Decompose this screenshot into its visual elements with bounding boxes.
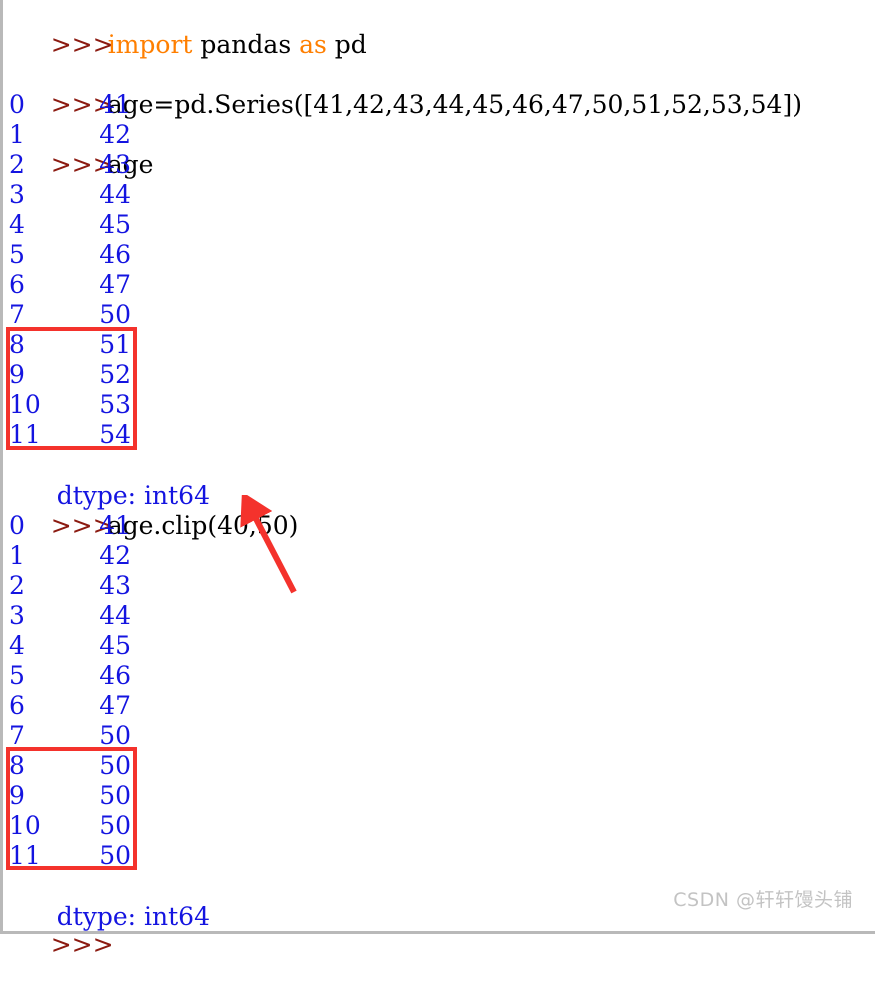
series-row-4: 4 45	[3, 210, 875, 240]
csdn-watermark: CSDN @轩轩馒头铺	[673, 889, 853, 911]
row-value: 42	[99, 120, 131, 149]
console-line-import: >>>import pandas as pd	[3, 0, 875, 59]
console-line-clip: >>>age.clip(40,50)	[3, 481, 875, 540]
clip-row-9: 9 50	[3, 781, 875, 811]
clip-row-5: 5 46	[3, 661, 875, 691]
row-value: 46	[99, 661, 131, 690]
series-row-1: 1 42	[3, 120, 875, 150]
clip-row-4: 4 45	[3, 631, 875, 661]
prompt-symbol: >>>	[50, 30, 114, 59]
clip-row-7: 7 50	[3, 721, 875, 751]
alias-pd: pd	[326, 30, 367, 59]
row-value: 43	[99, 150, 131, 179]
row-value: 50	[99, 721, 131, 750]
row-value: 50	[99, 300, 131, 329]
row-value: 47	[99, 270, 131, 299]
clip-row-0: 0 41	[3, 511, 875, 541]
row-value: 54	[99, 420, 131, 449]
clip-row-8: 8 50	[3, 751, 875, 781]
row-value: 41	[99, 90, 131, 119]
row-value: 50	[99, 751, 131, 780]
console-line-series-assignment: >>>age=pd.Series([41,42,43,44,45,46,47,5…	[3, 60, 875, 119]
clip-row-1: 1 42	[3, 541, 875, 571]
series-row-9: 9 52	[3, 360, 875, 390]
clip-row-3: 3 44	[3, 601, 875, 631]
row-value: 53	[99, 390, 131, 419]
row-value: 47	[99, 691, 131, 720]
keyword-import: import	[107, 30, 193, 59]
row-value: 42	[99, 541, 131, 570]
console-output-area: >>>import pandas as pd >>>age=pd.Series(…	[3, 0, 875, 959]
row-value: 45	[99, 210, 131, 239]
clip-row-6: 6 47	[3, 691, 875, 721]
series-row-11: 11 54	[3, 420, 875, 450]
row-value: 52	[99, 360, 131, 389]
row-value: 44	[99, 601, 131, 630]
clip-row-11: 11 50	[3, 841, 875, 871]
row-value: 51	[99, 330, 131, 359]
series-row-5: 5 46	[3, 240, 875, 270]
series-row-0: 0 41	[3, 90, 875, 120]
keyword-as: as	[299, 30, 327, 59]
clip-row-2: 2 43	[3, 571, 875, 601]
series-row-7: 7 50	[3, 300, 875, 330]
module-pandas: pandas	[192, 30, 300, 59]
prompt-symbol: >>>	[50, 930, 114, 959]
series-row-8: 8 51	[3, 330, 875, 360]
series-row-10: 10 53	[3, 390, 875, 420]
row-value: 44	[99, 180, 131, 209]
series-row-2: 2 43	[3, 150, 875, 180]
row-value: 41	[99, 511, 131, 540]
row-value: 45	[99, 631, 131, 660]
row-value: 43	[99, 571, 131, 600]
row-value: 50	[99, 781, 131, 810]
clip-row-10: 10 50	[3, 811, 875, 841]
row-value: 50	[99, 811, 131, 840]
row-value: 50	[99, 841, 131, 870]
python-console[interactable]: >>>import pandas as pd >>>age=pd.Series(…	[0, 0, 875, 959]
series-row-6: 6 47	[3, 270, 875, 300]
series-dtype-line: dtype: int64	[3, 451, 875, 510]
series-row-3: 3 44	[3, 180, 875, 210]
row-value: 46	[99, 240, 131, 269]
